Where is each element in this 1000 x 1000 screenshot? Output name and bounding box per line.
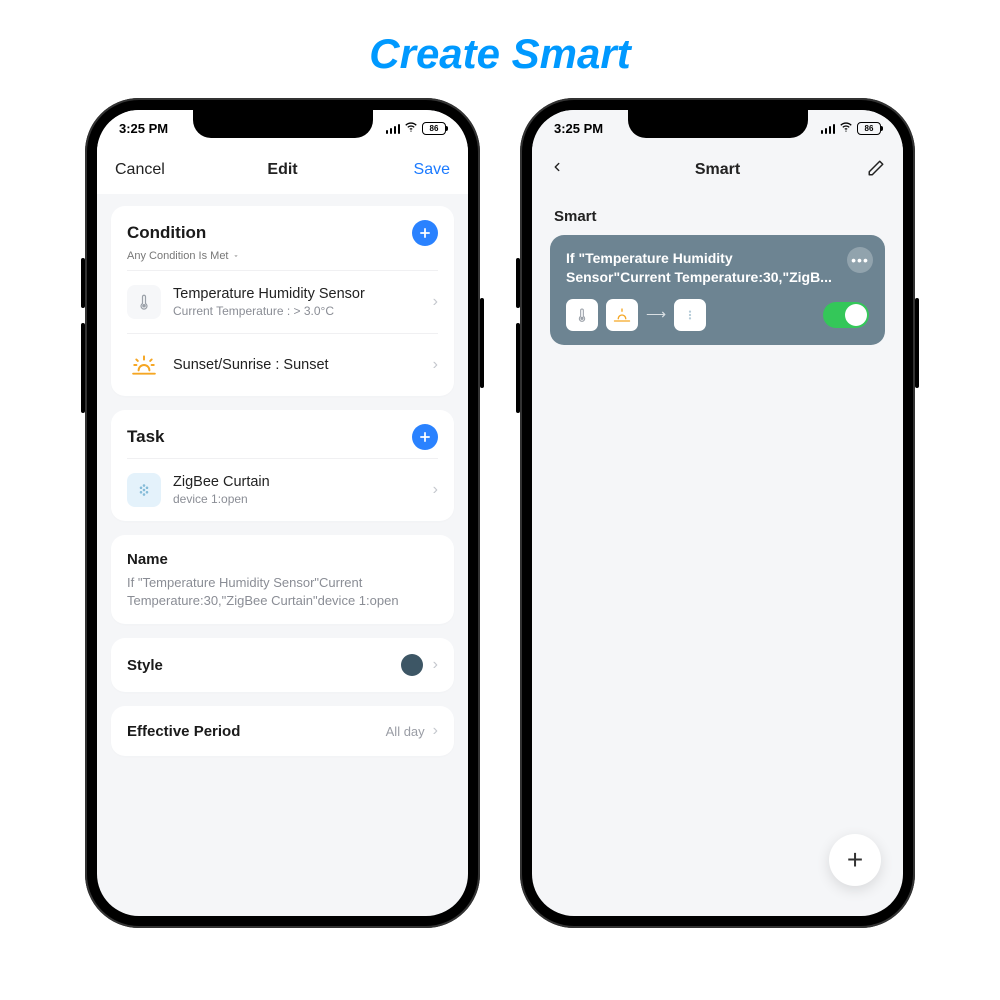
task-row-curtain[interactable]: ZigBee Curtain device 1:open › [127, 458, 438, 521]
status-time: 3:25 PM [554, 121, 603, 136]
add-automation-button[interactable]: + [829, 834, 881, 886]
automation-toggle[interactable] [823, 302, 869, 328]
phone-right: 3:25 PM 86 Smart Smart [520, 98, 915, 928]
chevron-right-icon: › [433, 481, 438, 499]
condition-row-sub: Current Temperature : > 3.0°C [173, 304, 421, 318]
task-heading: Task [127, 427, 165, 447]
period-value: All day [386, 724, 425, 739]
status-time: 3:25 PM [119, 121, 168, 136]
smart-automation-card[interactable]: ••• If "Temperature Humidity Sensor"Curr… [550, 235, 885, 345]
save-button[interactable]: Save [414, 161, 450, 179]
task-card: Task ZigBee Curtain device 1:open [111, 410, 454, 521]
thermometer-icon [127, 285, 161, 319]
smart-card-title: If "Temperature Humidity Sensor"Current … [566, 249, 869, 287]
period-label: Effective Period [127, 723, 240, 740]
name-card[interactable]: Name If "Temperature Humidity Sensor"Cur… [111, 535, 454, 624]
edit-button[interactable] [867, 159, 885, 182]
nav-title: Smart [695, 161, 740, 179]
chevron-right-icon: › [433, 293, 438, 311]
task-row-sub: device 1:open [173, 492, 421, 506]
phone-left: 3:25 PM 86 Cancel Edit Save [85, 98, 480, 928]
section-smart-label: Smart [532, 194, 903, 235]
sunset-icon [606, 299, 638, 331]
chevron-right-icon: › [433, 656, 438, 674]
thermometer-icon [566, 299, 598, 331]
wifi-icon [404, 120, 418, 137]
condition-row-sun[interactable]: Sunset/Sunrise : Sunset › [127, 333, 438, 396]
condition-heading: Condition [127, 223, 206, 243]
nav-title: Edit [267, 161, 297, 179]
condition-row-temp[interactable]: Temperature Humidity Sensor Current Temp… [127, 270, 438, 333]
style-swatch [401, 654, 423, 676]
curtain-icon [127, 473, 161, 507]
name-value: If "Temperature Humidity Sensor"Current … [127, 574, 438, 624]
style-card[interactable]: Style › [111, 638, 454, 692]
curtain-icon [674, 299, 706, 331]
condition-mode[interactable]: Any Condition Is Met [127, 250, 438, 270]
style-label: Style [127, 657, 163, 674]
task-row-title: ZigBee Curtain [173, 474, 421, 490]
chevron-right-icon: › [433, 356, 438, 374]
condition-row-title: Sunset/Sunrise : Sunset [173, 357, 421, 373]
wifi-icon [839, 120, 853, 137]
sunset-icon [127, 348, 161, 382]
period-card[interactable]: Effective Period All day › [111, 706, 454, 756]
condition-card: Condition Any Condition Is Met [111, 206, 454, 396]
name-label: Name [127, 551, 168, 568]
arrow-icon: ⟶ [646, 306, 666, 323]
add-condition-button[interactable] [412, 220, 438, 246]
signal-icon [386, 123, 401, 134]
more-button[interactable]: ••• [847, 247, 873, 273]
back-button[interactable] [550, 157, 564, 183]
chevron-right-icon: › [433, 722, 438, 740]
signal-icon [821, 123, 836, 134]
battery-icon: 86 [422, 122, 446, 135]
page-title: Create Smart [0, 0, 1000, 98]
condition-row-title: Temperature Humidity Sensor [173, 286, 421, 302]
add-task-button[interactable] [412, 424, 438, 450]
navbar-edit: Cancel Edit Save [97, 146, 468, 194]
battery-icon: 86 [857, 122, 881, 135]
cancel-button[interactable]: Cancel [115, 161, 165, 179]
